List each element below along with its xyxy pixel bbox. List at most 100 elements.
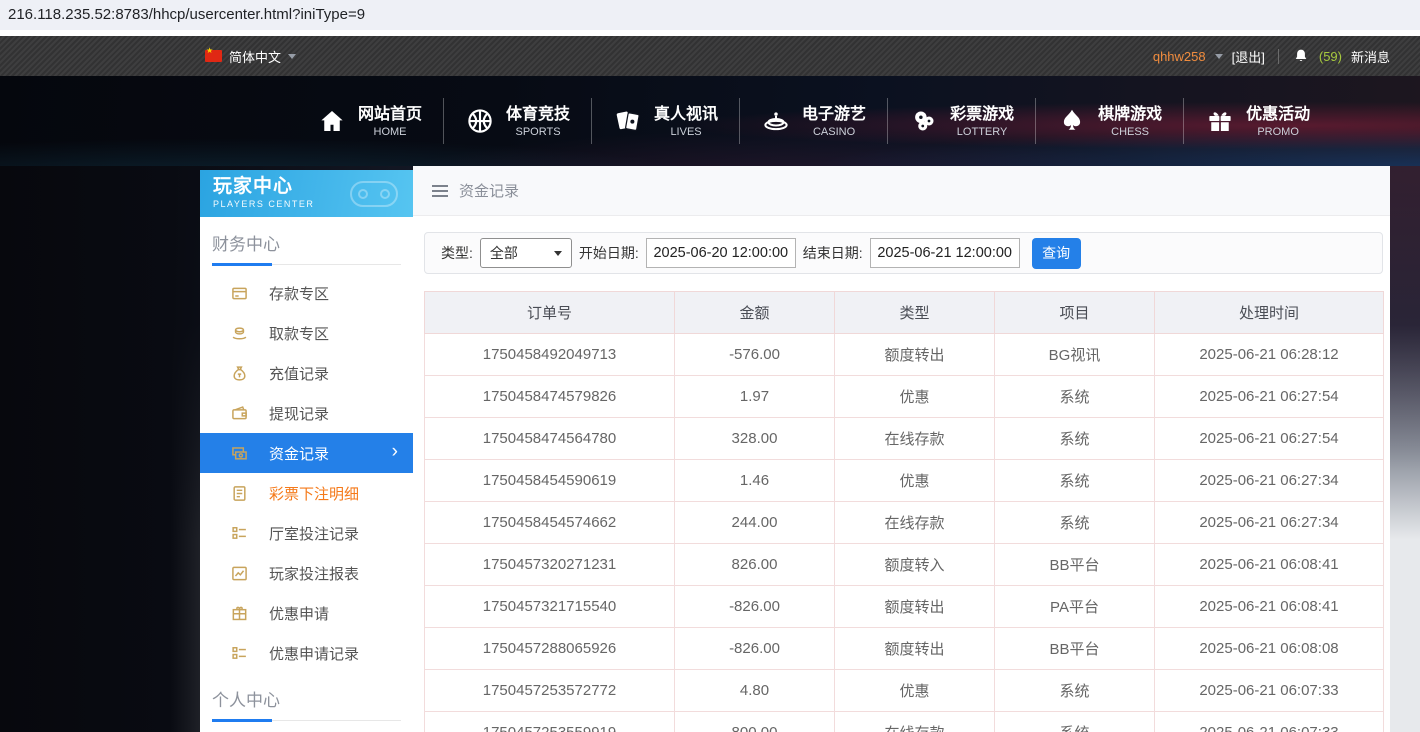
cell-order-no: 1750458474564780 [425, 418, 675, 460]
sidebar-item-label: 提现记录 [269, 403, 329, 424]
nav-item-promo[interactable]: 优惠活动PROMO [1184, 104, 1331, 139]
sidebar-item-withdraw[interactable]: 取款专区 [200, 313, 413, 353]
nav-item-chess[interactable]: 棋牌游戏CHESS [1036, 104, 1183, 139]
sidebar-section-finance: 财务中心 [212, 230, 413, 255]
type-select-value: 全部 [490, 243, 518, 263]
sidebar-item-promo-apply-record[interactable]: 优惠申请记录 [200, 633, 413, 673]
home-icon [317, 106, 347, 136]
language-selector[interactable]: 简体中文 [205, 47, 296, 66]
nav-item-sports[interactable]: 体育竞技SPORTS [444, 104, 591, 139]
cell-type: 优惠 [835, 670, 995, 712]
cell-amount: -576.00 [675, 334, 835, 376]
cell-item: BB平台 [995, 544, 1155, 586]
cell-type: 额度转出 [835, 628, 995, 670]
cell-type: 额度转入 [835, 544, 995, 586]
page-url: 216.118.235.52:8783/hhcp/usercenter.html… [8, 6, 365, 23]
main-nav: 网站首页HOME 体育竞技SPORTS 真人视讯LIVES 电子游艺CASINO… [0, 76, 1420, 166]
cell-type: 在线存款 [835, 418, 995, 460]
lottery-balls-icon [909, 106, 939, 136]
breadcrumb-label: 资金记录 [459, 180, 519, 201]
cell-time: 2025-06-21 06:08:41 [1155, 544, 1384, 586]
sidebar-item-label: 资金记录 [269, 443, 329, 464]
header-time: 处理时间 [1155, 292, 1384, 334]
sidebar-item-label: 存款专区 [269, 283, 329, 304]
type-select[interactable]: 全部 [480, 238, 572, 268]
table-row: 1750457288065926-826.00额度转出BB平台2025-06-2… [425, 628, 1384, 670]
sidebar-item-lottery-bet-detail[interactable]: 彩票下注明细 [200, 473, 413, 513]
cell-order-no: 1750457288065926 [425, 628, 675, 670]
message-count[interactable]: (59) [1319, 49, 1342, 64]
table-header-row: 订单号 金额 类型 项目 处理时间 [425, 292, 1384, 334]
start-date-input[interactable]: 2025-06-20 12:00:00 [646, 238, 796, 268]
language-label: 简体中文 [229, 47, 281, 66]
nav-item-home[interactable]: 网站首页HOME [296, 104, 443, 139]
sidebar-item-promo-apply[interactable]: 优惠申请 [200, 593, 413, 633]
cell-time: 2025-06-21 06:07:33 [1155, 670, 1384, 712]
cell-order-no: 1750457320271231 [425, 544, 675, 586]
cell-time: 2025-06-21 06:27:54 [1155, 418, 1384, 460]
cell-order-no: 1750458474579826 [425, 376, 675, 418]
cell-item: 系统 [995, 712, 1155, 732]
sidebar-menu: 存款专区 取款专区 充值记录 提现记录 资金记录 [200, 273, 413, 673]
cell-type: 在线存款 [835, 712, 995, 732]
gift-icon [1205, 106, 1235, 136]
chevron-down-icon[interactable] [1215, 54, 1223, 59]
chevron-down-icon [288, 54, 296, 59]
deposit-card-icon [231, 285, 248, 302]
message-label[interactable]: 新消息 [1351, 47, 1390, 66]
start-date-value: 2025-06-20 12:00:00 [653, 245, 788, 261]
header-item: 项目 [995, 292, 1155, 334]
chevron-down-icon [554, 251, 562, 256]
cell-amount: -826.00 [675, 586, 835, 628]
cell-order-no: 1750457321715540 [425, 586, 675, 628]
sidebar: 玩家中心 PLAYERS CENTER 财务中心 存款专区 取款专区 [200, 170, 413, 732]
sidebar-item-deposit[interactable]: 存款专区 [200, 273, 413, 313]
table-row: 1750458454574662244.00在线存款系统2025-06-21 0… [425, 502, 1384, 544]
nav-item-lottery[interactable]: 彩票游戏LOTTERY [888, 104, 1035, 139]
cell-amount: 826.00 [675, 544, 835, 586]
document-icon [231, 485, 248, 502]
basketball-icon [465, 106, 495, 136]
menu-icon[interactable] [432, 185, 448, 197]
spade-icon [1057, 106, 1087, 136]
nav-item-lives[interactable]: 真人视讯LIVES [592, 104, 739, 139]
sidebar-item-label: 充值记录 [269, 363, 329, 384]
sidebar-item-label: 厅室投注记录 [269, 523, 359, 544]
nav-item-casino[interactable]: 电子游艺CASINO [740, 104, 887, 139]
cards-icon [613, 106, 643, 136]
logout-button[interactable]: [退出] [1232, 47, 1265, 66]
username[interactable]: qhhw258 [1153, 49, 1206, 64]
cell-amount: 800.00 [675, 712, 835, 732]
end-date-value: 2025-06-21 12:00:00 [877, 245, 1012, 261]
user-area: qhhw258 [退出] (59) 新消息 [1153, 47, 1390, 66]
cell-item: BG视讯 [995, 334, 1155, 376]
china-flag-icon [205, 50, 222, 62]
end-date-label: 结束日期: [803, 243, 863, 263]
list-icon [231, 645, 248, 662]
sidebar-item-recharge-record[interactable]: 充值记录 [200, 353, 413, 393]
page-background: 玩家中心 PLAYERS CENTER 财务中心 存款专区 取款专区 [0, 166, 1420, 732]
sidebar-item-label: 取款专区 [269, 323, 329, 344]
end-date-input[interactable]: 2025-06-21 12:00:00 [870, 238, 1020, 268]
bell-icon[interactable] [1292, 47, 1310, 65]
divider [1278, 49, 1279, 64]
topbar: 简体中文 qhhw258 [退出] (59) 新消息 [0, 36, 1420, 76]
wallet-icon [231, 405, 248, 422]
search-button[interactable]: 查询 [1032, 238, 1081, 269]
cell-type: 优惠 [835, 376, 995, 418]
cell-type: 在线存款 [835, 502, 995, 544]
list-icon [231, 525, 248, 542]
section-underline [212, 264, 401, 265]
header-amount: 金额 [675, 292, 835, 334]
main-content: 资金记录 类型: 全部 开始日期: 2025-06-20 12:00:00 结束… [413, 166, 1390, 732]
sidebar-item-player-bet-report[interactable]: 玩家投注报表 [200, 553, 413, 593]
table-row: 1750458474564780328.00在线存款系统2025-06-21 0… [425, 418, 1384, 460]
header-type: 类型 [835, 292, 995, 334]
sidebar-item-withdraw-record[interactable]: 提现记录 [200, 393, 413, 433]
funds-record-table: 订单号 金额 类型 项目 处理时间 1750458492049713-576.0… [424, 291, 1384, 732]
sidebar-item-funds-record[interactable]: 资金记录 [200, 433, 413, 473]
cell-item: PA平台 [995, 586, 1155, 628]
cell-amount: 4.80 [675, 670, 835, 712]
sidebar-item-hall-bet-record[interactable]: 厅室投注记录 [200, 513, 413, 553]
browser-url-bar[interactable]: 216.118.235.52:8783/hhcp/usercenter.html… [0, 0, 1420, 30]
